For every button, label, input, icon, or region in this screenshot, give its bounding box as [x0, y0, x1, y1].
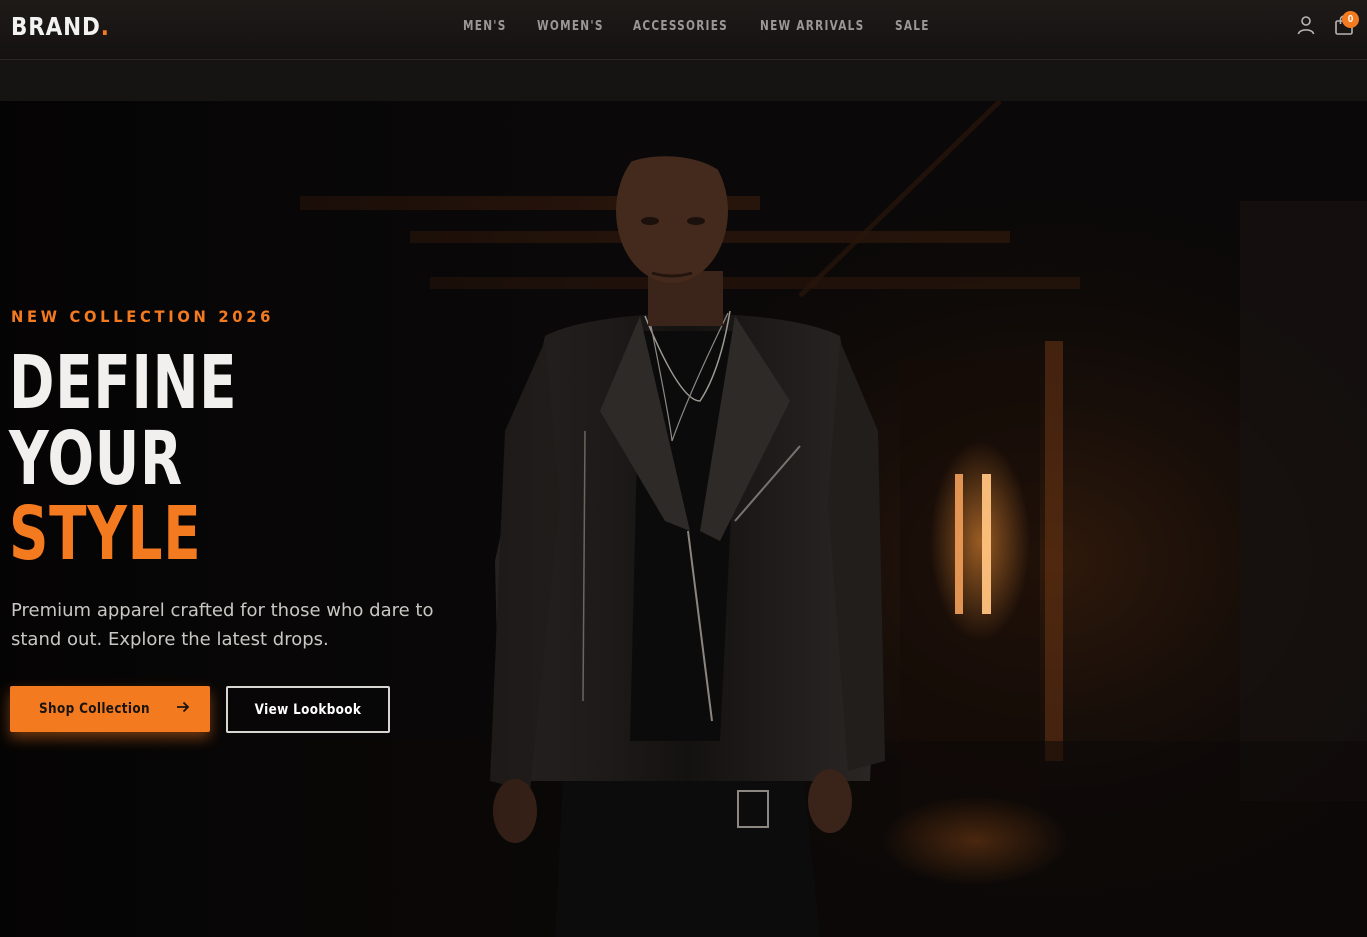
brand-logo[interactable]: BRAND.: [11, 12, 110, 41]
collection-eyebrow: NEW COLLECTION 2026: [11, 307, 275, 326]
view-lookbook-label: View Lookbook: [254, 701, 362, 718]
nav-item-new-arrivals[interactable]: NEW ARRIVALS: [760, 19, 882, 34]
hero-section: NEW COLLECTION 2026 DEFINE YOUR STYLE Pr…: [0, 101, 1367, 937]
nav-item-mens[interactable]: MEN'S: [463, 19, 530, 34]
site-header: BRAND. MEN'S WOMEN'S ACCESSORIES NEW ARR…: [0, 0, 1367, 60]
nav-item-sale[interactable]: SALE: [895, 19, 931, 34]
cart-count-badge: 0: [1342, 11, 1359, 28]
view-lookbook-button[interactable]: View Lookbook: [226, 686, 390, 733]
nav-item-womens[interactable]: WOMEN'S: [537, 19, 623, 34]
secondary-bar: [0, 60, 1367, 102]
brand-name: BRAND: [11, 12, 101, 41]
hero-photo: [0, 101, 1367, 937]
user-icon[interactable]: [1297, 15, 1315, 40]
hero-tagline: Premium apparel crafted for those who da…: [11, 600, 434, 650]
arrow-right-icon: [176, 700, 190, 718]
brand-dot: .: [100, 12, 110, 41]
nav-item-accessories[interactable]: ACCESSORIES: [633, 19, 747, 34]
shop-collection-button[interactable]: Shop Collection: [10, 686, 210, 732]
headline-line-2: YOUR: [9, 416, 183, 502]
headline-line-1: DEFINE: [9, 340, 238, 426]
headline-line-3: STYLE: [9, 491, 202, 577]
main-nav: MEN'S WOMEN'S ACCESSORIES NEW ARRIVALS S…: [463, 19, 935, 34]
shop-collection-label: Shop Collection: [38, 701, 150, 717]
